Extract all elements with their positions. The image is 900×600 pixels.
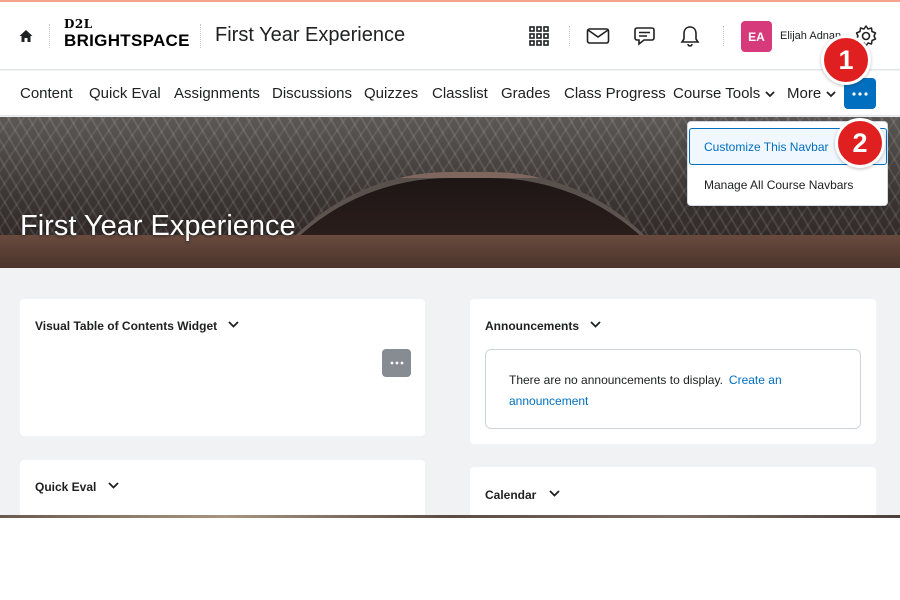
course-navbar: Content Quick Eval Assignments Discussio… bbox=[0, 71, 900, 116]
waffle-grid-icon[interactable] bbox=[525, 22, 553, 50]
nav-item-more-label: More bbox=[787, 85, 822, 102]
vtoc-options-button[interactable] bbox=[382, 349, 411, 377]
banner-course-title: First Year Experience bbox=[20, 210, 296, 242]
ellipsis-icon bbox=[390, 361, 403, 365]
brightspace-logo[interactable]: D2L BRIGHTSPACE bbox=[64, 17, 190, 55]
nav-item-quizzes[interactable]: Quizzes bbox=[364, 85, 418, 102]
nav-item-content[interactable]: Content bbox=[20, 85, 73, 102]
logo-d2l-text: D2L bbox=[64, 17, 93, 31]
home-icon[interactable] bbox=[14, 24, 38, 48]
mail-icon[interactable] bbox=[584, 22, 612, 50]
chevron-down-icon bbox=[826, 90, 836, 97]
header-divider bbox=[200, 24, 201, 48]
nav-item-assignments[interactable]: Assignments bbox=[174, 85, 260, 102]
header-divider bbox=[569, 26, 570, 46]
chat-icon[interactable] bbox=[630, 22, 658, 50]
announcements-empty-box: There are no announcements to display. Cr… bbox=[485, 349, 861, 429]
chevron-down-icon[interactable] bbox=[228, 321, 239, 328]
step-marker-1: 1 bbox=[821, 35, 871, 85]
nav-item-class-progress[interactable]: Class Progress bbox=[564, 85, 666, 102]
step-marker-2: 2 bbox=[835, 118, 885, 168]
screenshot-frame: D2L BRIGHTSPACE First Year Experience EA… bbox=[0, 0, 900, 518]
calendar-widget-title: Calendar bbox=[485, 488, 537, 502]
nav-item-discussions[interactable]: Discussions bbox=[272, 85, 352, 102]
nav-item-classlist[interactable]: Classlist bbox=[432, 85, 488, 102]
bell-icon[interactable] bbox=[676, 22, 704, 50]
chevron-down-icon[interactable] bbox=[108, 482, 119, 489]
course-title[interactable]: First Year Experience bbox=[215, 24, 405, 47]
logo-brightspace-text: BRIGHTSPACE bbox=[64, 31, 190, 50]
nav-item-more[interactable]: More bbox=[787, 85, 836, 102]
header-divider bbox=[723, 26, 724, 46]
avatar[interactable]: EA bbox=[741, 21, 772, 52]
ellipsis-icon bbox=[852, 91, 868, 96]
announcements-empty-text: There are no announcements to display. bbox=[509, 373, 723, 387]
vtoc-widget-title: Visual Table of Contents Widget bbox=[35, 319, 218, 333]
chevron-down-icon[interactable] bbox=[549, 490, 560, 497]
nav-item-grades[interactable]: Grades bbox=[501, 85, 550, 102]
header-divider bbox=[49, 24, 50, 48]
nav-item-course-tools-label: Course Tools bbox=[673, 85, 761, 102]
announcements-empty-message: There are no announcements to display. Cr… bbox=[509, 370, 849, 412]
manage-navbars-menu-item[interactable]: Manage All Course Navbars bbox=[689, 166, 887, 203]
nav-item-quick-eval[interactable]: Quick Eval bbox=[89, 85, 161, 102]
chevron-down-icon bbox=[765, 90, 775, 97]
announcements-widget-title: Announcements bbox=[485, 319, 580, 333]
quick-eval-widget-title: Quick Eval bbox=[35, 480, 97, 494]
bottom-image-strip bbox=[0, 515, 900, 518]
nav-item-course-tools[interactable]: Course Tools bbox=[673, 85, 775, 102]
chevron-down-icon[interactable] bbox=[590, 321, 601, 328]
header: D2L BRIGHTSPACE First Year Experience EA… bbox=[0, 2, 900, 70]
